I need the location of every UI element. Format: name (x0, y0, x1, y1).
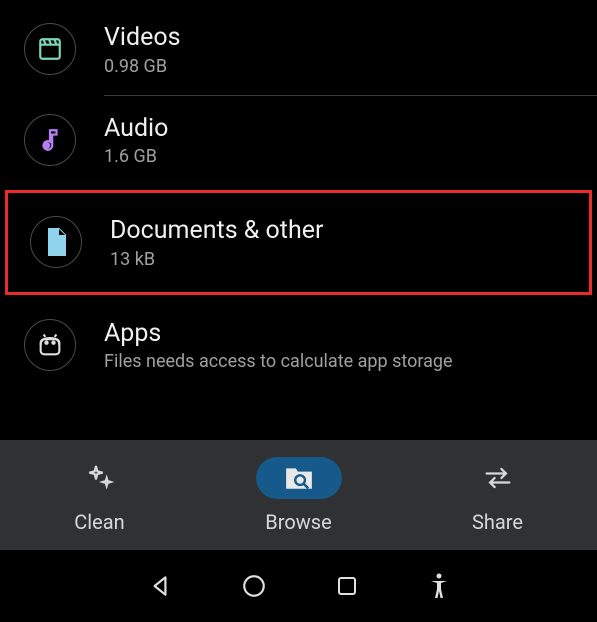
category-label: Documents & other (110, 215, 324, 248)
browse-pill (256, 457, 342, 499)
tab-label: Share (472, 510, 523, 534)
nav-home-button[interactable] (241, 573, 267, 599)
category-item-documents[interactable]: Documents & other 13 kB (2, 187, 595, 298)
category-sub: Files needs access to calculate app stor… (104, 351, 453, 372)
nav-accessibility-button[interactable] (427, 572, 451, 600)
tab-clean[interactable]: Clean (1, 456, 198, 534)
sparkle-icon (84, 456, 116, 500)
android-icon (24, 319, 76, 371)
tab-label: Clean (74, 510, 124, 534)
folder-search-icon (284, 465, 314, 491)
bottom-tab-bar: Clean Browse Share (0, 440, 597, 550)
category-item-videos[interactable]: Videos 0.98 GB (0, 4, 597, 95)
tab-browse[interactable]: Browse (200, 456, 397, 534)
category-sub: 13 kB (110, 249, 324, 270)
nav-recents-button[interactable] (335, 574, 359, 598)
category-label: Audio (104, 113, 168, 146)
category-sub: 1.6 GB (104, 146, 168, 167)
nav-back-button[interactable] (147, 573, 173, 599)
swap-arrows-icon (481, 456, 515, 500)
category-sub: 0.98 GB (104, 56, 181, 77)
document-icon (30, 216, 82, 268)
system-nav-bar (0, 550, 597, 622)
divider (104, 95, 597, 96)
tab-share[interactable]: Share (399, 456, 596, 534)
category-label: Videos (104, 22, 181, 55)
category-list: Videos 0.98 GB Audio 1.6 GB D (0, 0, 597, 390)
music-note-icon (24, 114, 76, 166)
category-item-audio[interactable]: Audio 1.6 GB (0, 95, 597, 186)
category-label: Apps (104, 318, 453, 351)
category-item-apps[interactable]: Apps Files needs access to calculate app… (0, 300, 597, 391)
tab-label: Browse (265, 510, 331, 534)
clapper-icon (24, 23, 76, 75)
